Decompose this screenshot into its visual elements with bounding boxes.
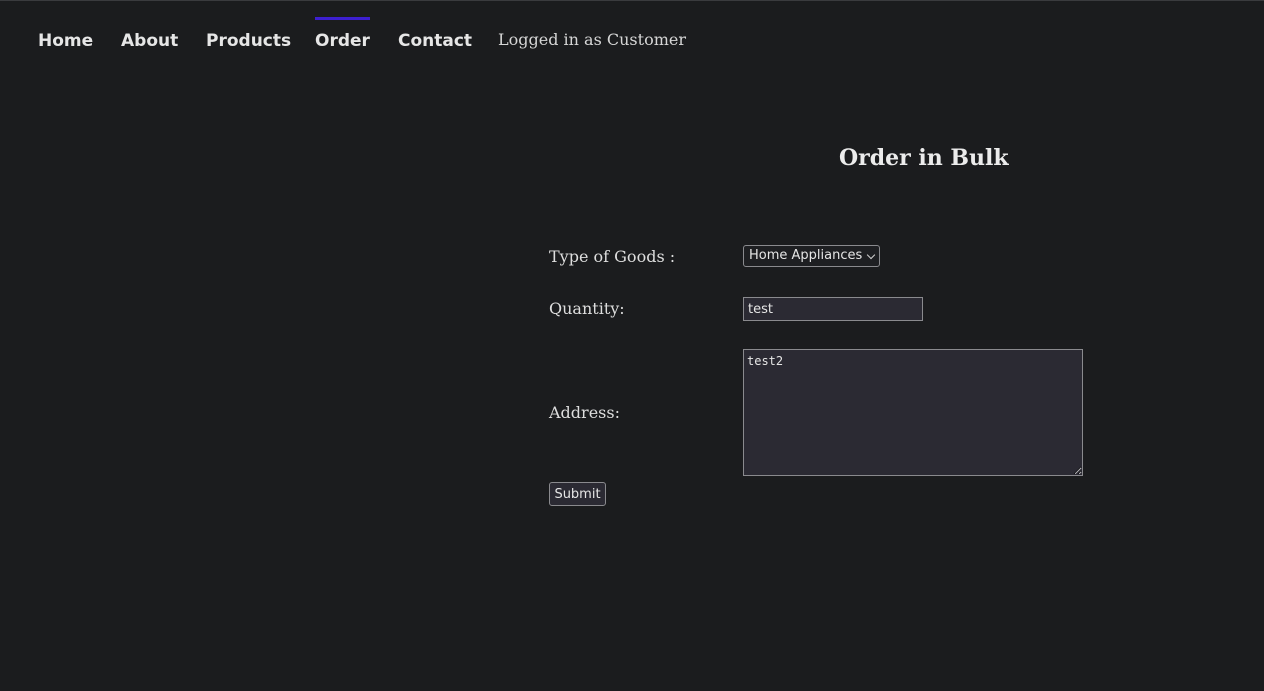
goods-type-value: Home Appliances [749, 248, 863, 263]
nav-item-contact[interactable]: Contact [398, 30, 472, 52]
goods-type-select[interactable]: Home Appliances [743, 245, 880, 267]
address-textarea[interactable]: test2 [743, 349, 1083, 476]
nav-item-products[interactable]: Products [206, 30, 291, 52]
submit-button[interactable]: Submit [549, 482, 606, 506]
nav-item-home[interactable]: Home [38, 30, 93, 52]
nav-item-about[interactable]: About [121, 30, 178, 52]
chevron-down-icon [866, 250, 876, 260]
login-status: Logged in as Customer [498, 30, 686, 49]
address-label: Address: [549, 403, 620, 422]
quantity-input[interactable] [743, 297, 923, 321]
page-title: Order in Bulk [839, 145, 1009, 171]
main-nav: Home About Products Order Contact Logged… [0, 0, 1264, 80]
quantity-label: Quantity: [549, 299, 625, 318]
nav-item-order[interactable]: Order [315, 17, 370, 52]
goods-type-label: Type of Goods : [549, 247, 676, 266]
